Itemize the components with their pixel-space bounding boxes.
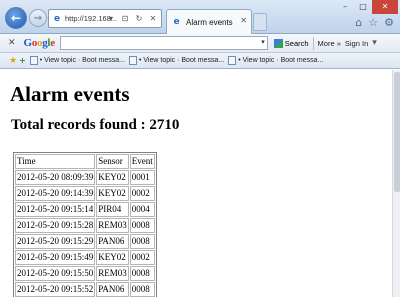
favorite-link-label: • View topic · Boot messa...	[39, 57, 125, 64]
close-window-button[interactable]: ✕	[372, 0, 398, 14]
google-search-button[interactable]: Search	[273, 38, 309, 48]
google-logo: Google	[23, 37, 56, 49]
cell-sensor: REM03	[96, 218, 129, 233]
table-header-row: Time Sensor Event	[15, 154, 155, 169]
cell-event: 0008	[129, 282, 155, 297]
cell-sensor: PAN06	[96, 282, 129, 297]
cell-time: 2012-05-20 09:15:52	[15, 282, 96, 297]
back-arrow-icon: ←	[10, 11, 22, 25]
forward-button[interactable]: →	[29, 9, 47, 27]
table-row: 2012-05-20 09:15:29 PAN06 0008	[15, 234, 155, 249]
cell-event: 0008	[129, 234, 155, 249]
browser-titlebar: ← → e http://192.168.... ▾ ⊡ ↻ ✕ e Alarm…	[0, 0, 400, 34]
toolbar-divider	[312, 36, 314, 50]
google-search-icon	[273, 38, 283, 48]
cell-sensor: PIR04	[96, 202, 129, 217]
wrench-icon[interactable]: ▾	[372, 38, 377, 48]
add-favorite-icon[interactable]: +	[19, 56, 26, 65]
cell-event: 0008	[129, 218, 155, 233]
tab-close-icon[interactable]: ✕	[240, 16, 247, 25]
google-toolbar-close-icon[interactable]: ✕	[8, 38, 16, 48]
favorite-link-label: • View topic · Boot messa...	[238, 57, 324, 64]
cell-event: 0004	[129, 202, 155, 217]
column-header-event: Event	[129, 154, 155, 169]
records-summary: Total records found : 2710	[11, 117, 180, 133]
table-row: 2012-05-20 09:15:52 PAN06 0008	[15, 282, 155, 297]
window-controls: – □ ✕	[336, 0, 398, 14]
favorites-star-icon[interactable]: ★	[9, 56, 17, 66]
cell-event: 0002	[129, 250, 155, 265]
refresh-icon[interactable]: ↻	[133, 12, 145, 25]
page-icon	[29, 56, 38, 65]
page-content: Alarm events Total records found : 2710 …	[0, 70, 392, 297]
google-logo-letter: e	[50, 37, 55, 49]
cell-sensor: KEY02	[96, 170, 129, 185]
address-bar[interactable]: e http://192.168.... ▾ ⊡ ↻ ✕	[48, 9, 162, 28]
cell-time: 2012-05-20 09:15:28	[15, 218, 96, 233]
tab-title: Alarm events	[186, 17, 233, 27]
cell-sensor: PAN06	[96, 234, 129, 249]
table-row: 2012-05-20 08:09:39 KEY02 0001	[15, 170, 155, 185]
google-logo-letter: G	[23, 37, 33, 49]
more-button[interactable]: More »	[318, 39, 341, 48]
ie-page-icon: e	[53, 13, 61, 24]
tab-alarm-events[interactable]: e Alarm events ✕	[166, 9, 252, 34]
stop-icon[interactable]: ✕	[147, 12, 159, 25]
scrollbar-thumb[interactable]	[394, 72, 400, 192]
favorite-link[interactable]: • View topic · Boot messa...	[128, 56, 225, 65]
cell-event: 0001	[129, 170, 155, 185]
page-title: Alarm events	[10, 82, 130, 106]
favorites-icon[interactable]: ☆	[368, 17, 378, 29]
alarm-events-table: Time Sensor Event 2012-05-20 08:09:39 KE…	[13, 152, 157, 297]
minimize-button[interactable]: –	[336, 0, 354, 14]
address-dropdown-icon[interactable]: ▾	[105, 12, 117, 25]
address-tools: ▾ ⊡ ↻ ✕	[105, 12, 159, 25]
cell-time: 2012-05-20 09:15:14	[15, 202, 96, 217]
cell-time: 2012-05-20 09:14:39	[15, 186, 96, 201]
cell-time: 2012-05-20 09:15:49	[15, 250, 96, 265]
google-search-label: Search	[284, 38, 309, 48]
cell-sensor: REM03	[96, 266, 129, 281]
cell-event: 0008	[129, 266, 155, 281]
forward-arrow-icon: →	[33, 12, 43, 24]
cell-event: 0002	[129, 186, 155, 201]
browser-command-icons: ⌂ ☆ ⚙	[355, 17, 394, 29]
google-search-input[interactable]: ▾	[59, 36, 268, 50]
column-header-sensor: Sensor	[96, 154, 129, 169]
cell-sensor: KEY02	[96, 186, 129, 201]
google-toolbar: ✕ Google ▾ Search More » Sign In ▾	[0, 34, 400, 53]
table-row: 2012-05-20 09:15:28 REM03 0008	[15, 218, 155, 233]
cell-time: 2012-05-20 08:09:39	[15, 170, 96, 185]
favorite-link-label: • View topic · Boot messa...	[138, 57, 225, 64]
favorites-bar: ★ + • View topic · Boot messa... • View …	[0, 53, 400, 69]
column-header-time: Time	[15, 154, 96, 169]
table-row: 2012-05-20 09:15:14 PIR04 0004	[15, 202, 155, 217]
favorite-link[interactable]: • View topic · Boot messa...	[29, 56, 125, 65]
cell-sensor: KEY02	[96, 250, 129, 265]
compatibility-view-icon[interactable]: ⊡	[119, 12, 131, 25]
table-row: 2012-05-20 09:15:50 REM03 0008	[15, 266, 155, 281]
cell-time: 2012-05-20 09:15:50	[15, 266, 96, 281]
sign-in-button[interactable]: Sign In	[345, 39, 368, 48]
favorite-link[interactable]: • View topic · Boot messa...	[228, 56, 323, 65]
new-tab-button[interactable]	[253, 13, 267, 31]
back-button[interactable]: ←	[5, 7, 27, 29]
cell-time: 2012-05-20 09:15:29	[15, 234, 96, 249]
home-icon[interactable]: ⌂	[355, 17, 362, 29]
maximize-button[interactable]: □	[354, 0, 372, 14]
table-row: 2012-05-20 09:15:49 KEY02 0002	[15, 250, 155, 265]
tools-gear-icon[interactable]: ⚙	[384, 17, 394, 29]
search-dropdown-icon[interactable]: ▾	[261, 38, 265, 46]
vertical-scrollbar[interactable]	[392, 70, 400, 297]
page-icon	[128, 56, 137, 65]
page-icon	[228, 56, 237, 65]
ie-tab-icon: e	[173, 16, 180, 27]
table-row: 2012-05-20 09:14:39 KEY02 0002	[15, 186, 155, 201]
